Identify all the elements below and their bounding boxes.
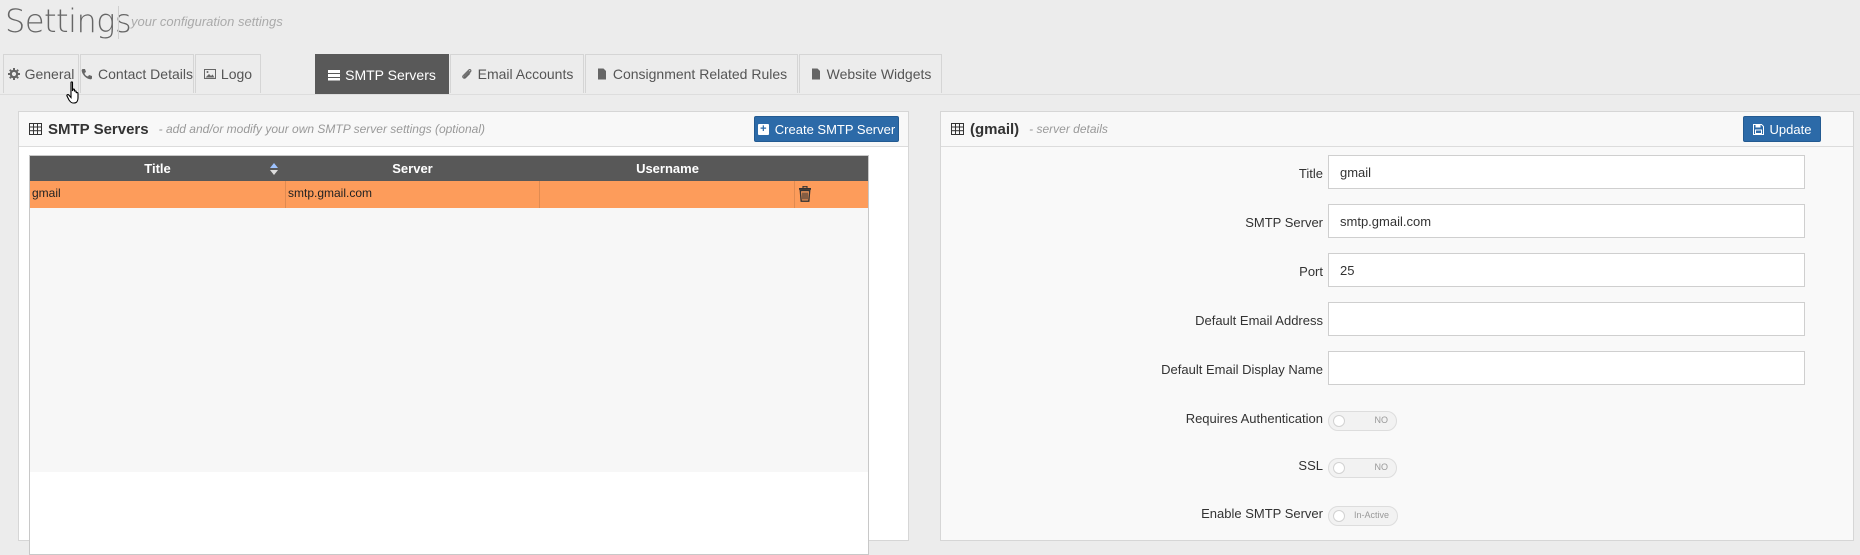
tab-contact-details[interactable]: Contact Details [80,54,194,93]
tab-label: General [24,66,75,82]
table-icon [29,123,42,135]
tab-consignment-related-rules[interactable]: Consignment Related Rules [585,54,798,93]
toggle-state: NO [1374,415,1389,425]
server-icon [328,69,341,80]
file-icon [597,68,606,80]
plus-icon: + [757,123,769,135]
default-email-field[interactable] [1328,302,1805,336]
panel-description: - add and/or modify your own SMTP server… [158,122,485,136]
button-label: Update [1769,121,1812,137]
panel-header: SMTP Servers - add and/or modify your ow… [19,112,908,147]
panel-title: SMTP Servers - add and/or modify your ow… [29,121,485,138]
port-label: Port [1299,264,1323,279]
tab-email-accounts[interactable]: Email Accounts [450,54,584,93]
tab-smtp-servers[interactable]: SMTP Servers [315,54,449,94]
smtp-server-label: SMTP Server [1245,215,1323,230]
table-row[interactable]: gmail smtp.gmail.com [30,181,868,208]
column-header-username[interactable]: Username [540,156,795,181]
panel-title-text: SMTP Servers [48,120,149,138]
title-label: Title [1298,166,1323,181]
tab-label: Contact Details [98,66,193,82]
panel-title-text: (gmail) [970,120,1020,138]
panel-description: - server details [1029,122,1108,136]
table-empty-area [30,208,868,472]
title-field[interactable] [1328,155,1805,189]
ssl-toggle[interactable]: NO [1328,458,1397,478]
enable-smtp-toggle[interactable]: In-Active [1328,506,1398,526]
port-field[interactable] [1328,253,1805,287]
sort-icon[interactable] [270,163,278,175]
toggle-knob [1333,462,1345,474]
button-label: Create SMTP Server [774,121,896,137]
smtp-servers-table: Title Server Username gmail smtp.gmail.c… [29,155,869,555]
phone-icon [81,69,93,80]
column-header-server[interactable]: Server [285,156,540,181]
page-title: Settings [5,2,132,40]
server-details-panel: (gmail) - server details Update Title SM… [940,111,1854,541]
tab-label: SMTP Servers [345,66,436,83]
tab-label: Consignment Related Rules [612,66,788,82]
toggle-state: NO [1374,462,1389,472]
tab-label: Email Accounts [477,66,574,82]
toggle-state: In-Active [1353,510,1389,520]
cell-server: smtp.gmail.com [286,181,540,208]
toggle-knob [1333,415,1345,427]
default-display-name-field[interactable] [1328,351,1805,385]
ssl-label: SSL [1298,458,1323,473]
panel-header: (gmail) - server details Update [941,112,1853,147]
requires-auth-label: Requires Authentication [1185,411,1323,426]
default-email-label: Default Email Address [1195,313,1323,328]
trash-icon[interactable] [798,186,812,202]
image-icon [203,69,216,79]
panel-title: (gmail) - server details [951,121,1108,138]
title-divider [118,6,119,39]
default-display-name-label: Default Email Display Name [1161,362,1323,377]
table-icon [951,123,964,135]
tab-website-widgets[interactable]: Website Widgets [799,54,942,93]
page-subtitle: your configuration settings [131,14,283,29]
file-icon [811,68,820,80]
hand-cursor-icon [66,81,79,104]
cell-title: gmail [30,181,286,208]
tab-label: Logo [220,66,253,82]
column-header-title[interactable]: Title [30,156,285,181]
toggle-knob [1333,510,1345,522]
tab-logo[interactable]: Logo [195,54,261,93]
cell-username [540,181,795,208]
update-button[interactable]: Update [1743,116,1821,142]
create-smtp-server-button[interactable]: + Create SMTP Server [754,116,899,142]
table-header: Title Server Username [30,156,868,181]
smtp-server-field[interactable] [1328,204,1805,238]
save-icon [1752,123,1764,135]
tab-label: Website Widgets [826,66,932,82]
paperclip-icon [461,69,472,79]
smtp-servers-panel: SMTP Servers - add and/or modify your ow… [18,111,909,555]
tabs-divider [0,94,1860,95]
enable-smtp-label: Enable SMTP Server [1201,506,1323,521]
requires-auth-toggle[interactable]: NO [1328,411,1397,431]
gear-icon [7,68,20,80]
